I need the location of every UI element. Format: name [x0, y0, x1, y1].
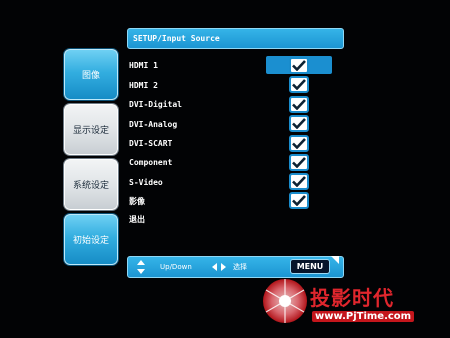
input-source-label-video[interactable]: 影像 [129, 196, 145, 208]
checkbox-hdmi2[interactable] [289, 76, 309, 93]
help-select-label: 选择 [233, 263, 247, 271]
checkmark-icon [292, 118, 306, 129]
side-menu-item-label: 系统设定 [72, 181, 109, 191]
input-source-label-dvi-analog[interactable]: DVI-Analog [129, 119, 177, 131]
up-down-arrows-icon [137, 260, 145, 274]
side-menu-item-initial[interactable]: 初始设定 [64, 214, 118, 265]
watermark-title: 投影时代 [310, 286, 394, 310]
checkmark-icon [292, 60, 306, 71]
checkbox-component[interactable] [289, 154, 309, 171]
exit-label[interactable]: 退出 [129, 214, 145, 226]
watermark-url: www.PjTime.com [312, 311, 415, 322]
side-menu-item-label: 显示设定 [72, 126, 109, 136]
input-source-label-hdmi1[interactable]: HDMI 1 [129, 60, 158, 72]
help-updown-label: Up/Down [160, 263, 192, 271]
side-menu-item-label: 初始设定 [72, 236, 109, 246]
checkbox-s-video[interactable] [289, 173, 309, 190]
side-menu-item-system[interactable]: 系统设定 [64, 159, 118, 210]
osd-screen: SETUP/Input Source 图像 显示设定 系统设定 初始设定 HDM… [0, 0, 450, 338]
checkmark-icon [292, 195, 306, 206]
checkbox-dvi-digital[interactable] [289, 96, 309, 113]
checkbox-hdmi1[interactable] [289, 57, 309, 74]
side-menu-item-display[interactable]: 显示设定 [64, 104, 118, 155]
input-source-label-dvi-scart[interactable]: DVI-SCART [129, 138, 172, 150]
checkmark-icon [292, 138, 306, 149]
checkbox-dvi-analog[interactable] [289, 115, 309, 132]
checkmark-icon [292, 157, 306, 168]
menu-corner-arrow-icon [331, 256, 339, 264]
page-title: SETUP/Input Source [127, 28, 344, 49]
side-menu-item-label: 图像 [81, 71, 100, 81]
pjtime-logo-icon [263, 279, 307, 323]
side-menu-item-picture[interactable]: 图像 [64, 49, 118, 100]
input-source-label-dvi-digital[interactable]: DVI-Digital [129, 99, 182, 111]
checkmark-icon [292, 176, 306, 187]
input-source-label-hdmi2[interactable]: HDMI 2 [129, 80, 158, 92]
input-source-label-s-video[interactable]: S-Video [129, 177, 163, 189]
checkbox-dvi-scart[interactable] [289, 135, 309, 152]
input-source-label-component[interactable]: Component [129, 157, 172, 169]
menu-button[interactable]: MENU [290, 259, 330, 274]
checkmark-icon [292, 99, 306, 110]
checkbox-video[interactable] [289, 192, 309, 209]
left-right-arrows-icon [212, 263, 226, 271]
checkmark-icon [292, 79, 306, 90]
